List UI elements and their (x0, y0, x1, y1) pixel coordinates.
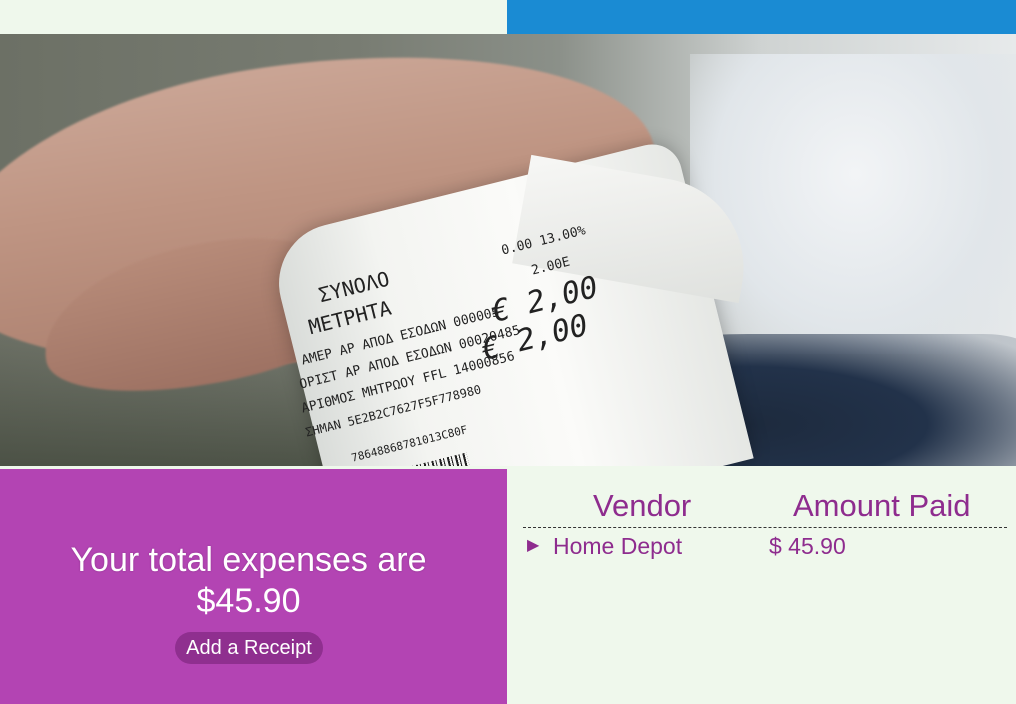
hero-receipt-photo: 0.00 13.00% 2.00E ΣΥΝΟΛΟ ΜΕΤΡΗΤΑ € 2,00 … (0, 34, 1016, 466)
total-expenses-value: $45.90 (196, 582, 301, 620)
row-amount: $ 45.90 (769, 533, 846, 559)
expand-caret-icon[interactable]: ▶ (527, 532, 539, 560)
header-accent-bar (507, 0, 1016, 34)
table-row[interactable]: ▶ Home Depot $ 45.90 (523, 532, 1007, 560)
page: 0.00 13.00% 2.00E ΣΥΝΟΛΟ ΜΕΤΡΗΤΑ € 2,00 … (0, 0, 1016, 704)
add-receipt-button[interactable]: Add a Receipt (175, 632, 323, 664)
column-header-amount-paid: Amount Paid (793, 488, 971, 523)
expense-summary-panel: Your total expenses are $45.90 Add a Rec… (0, 469, 507, 704)
row-vendor: Home Depot (553, 533, 683, 559)
total-expenses-label: Your total expenses are (70, 541, 427, 579)
background-paper (690, 54, 1016, 354)
header-divider (523, 527, 1007, 528)
expenses-table: Vendor Amount Paid ▶ Home Depot $ 45.90 (507, 466, 1016, 704)
column-header-vendor: Vendor (593, 488, 692, 523)
header-left-area (0, 0, 507, 34)
